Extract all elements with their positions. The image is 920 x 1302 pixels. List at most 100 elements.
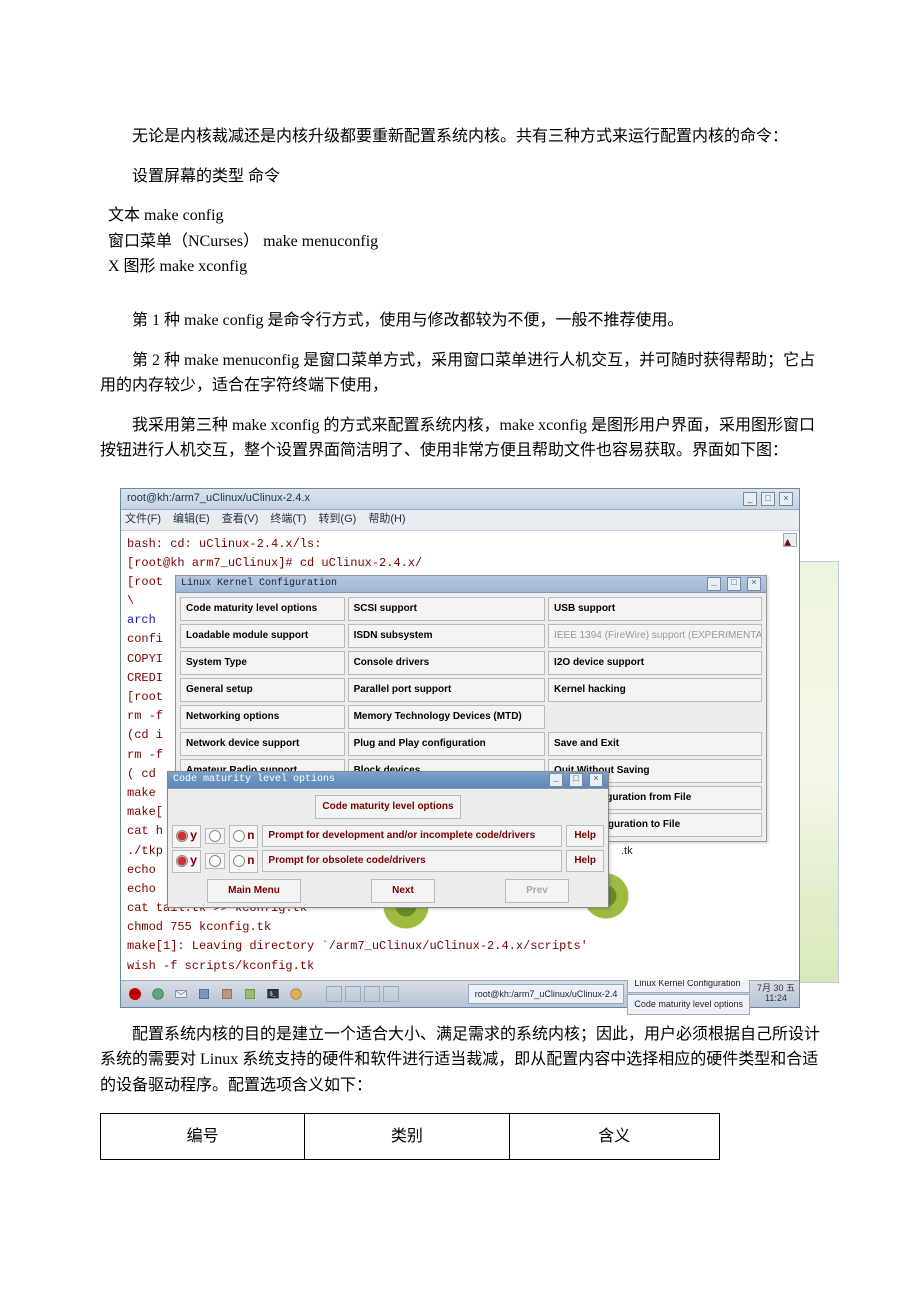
- workspace-4-icon[interactable]: [383, 986, 399, 1002]
- minimize-button[interactable]: _: [707, 577, 721, 591]
- radio-y-label: y: [190, 827, 197, 846]
- next-button[interactable]: Next: [371, 879, 435, 903]
- minimize-button[interactable]: _: [743, 492, 757, 506]
- menu-file[interactable]: 文件(F): [125, 511, 161, 529]
- terminal-title: root@kh:/arm7_uClinux/uClinux-2.4.x: [127, 490, 310, 508]
- close-button[interactable]: ×: [747, 577, 761, 591]
- workspace-1-icon[interactable]: [326, 986, 342, 1002]
- term-line: chmod 755 kconfig.tk: [127, 918, 793, 937]
- cfg-scsi-support[interactable]: SCSI support: [348, 597, 545, 621]
- cmd-heading: 设置屏幕的类型 命令: [100, 164, 820, 190]
- scrollbar-up-icon[interactable]: ▲: [783, 533, 797, 547]
- cfg-mtd[interactable]: Memory Technology Devices (MTD): [348, 705, 545, 729]
- sub-window-titlebar: Code maturity level options _ □ ×: [168, 772, 608, 789]
- workspace-2-icon[interactable]: [345, 986, 361, 1002]
- minimize-button[interactable]: _: [549, 773, 563, 787]
- radio-n-label: n: [247, 852, 254, 871]
- kernel-config-titlebar: Linux Kernel Configuration _ □ ×: [176, 576, 766, 593]
- term-line: bash: cd: uClinux-2.4.x/ls:: [127, 535, 793, 554]
- cfg-general-setup[interactable]: General setup: [180, 678, 345, 702]
- app-icon[interactable]: [217, 984, 237, 1004]
- term-line: wish -f scripts/kconfig.tk: [127, 957, 793, 976]
- cfg-code-maturity[interactable]: Code maturity level options: [180, 597, 345, 621]
- cfg-loadable-module[interactable]: Loadable module support: [180, 624, 345, 648]
- cfg-usb-support[interactable]: USB support: [548, 597, 762, 621]
- code-maturity-window: Code maturity level options _ □ × Code m…: [167, 771, 609, 908]
- cfg-parallel-port[interactable]: Parallel port support: [348, 678, 545, 702]
- maximize-button[interactable]: □: [569, 773, 583, 787]
- maximize-button[interactable]: □: [727, 577, 741, 591]
- cmd-line-3: X 图形 make xconfig: [100, 254, 820, 280]
- redhat-menu-icon[interactable]: [125, 984, 145, 1004]
- app-icon[interactable]: [240, 984, 260, 1004]
- cfg-console-drivers[interactable]: Console drivers: [348, 651, 545, 675]
- cfg-isdn[interactable]: ISDN subsystem: [348, 624, 545, 648]
- radio-n-icon[interactable]: [233, 855, 245, 867]
- cfg-save-exit[interactable]: Save and Exit: [548, 732, 762, 756]
- main-menu-button[interactable]: Main Menu: [207, 879, 301, 903]
- taskbar-clock: 7月 30 五 11:24: [753, 984, 795, 1004]
- terminal-window: root@kh:/arm7_uClinux/uClinux-2.4.x _ □ …: [120, 488, 800, 1008]
- terminal-icon[interactable]: $_: [263, 984, 283, 1004]
- menu-terminal[interactable]: 终端(T): [270, 511, 306, 529]
- terminal-menubar: 文件(F) 编辑(E) 查看(V) 终端(T) 转到(G) 帮助(H): [121, 510, 799, 531]
- radio-y-icon[interactable]: [176, 855, 188, 867]
- menu-edit[interactable]: 编辑(E): [173, 511, 210, 529]
- kernel-config-screenshot: root@kh:/arm7_uClinux/uClinux-2.4.x _ □ …: [120, 488, 800, 1008]
- mail-icon[interactable]: [171, 984, 191, 1004]
- radio-n-label: n: [247, 827, 254, 846]
- terminal-body[interactable]: ▲ bash: cd: uClinux-2.4.x/ls: [root@kh a…: [121, 531, 799, 980]
- option-label-2: Prompt for obsolete code/drivers: [262, 850, 562, 872]
- config-meaning-table: 编号 类别 含义: [100, 1113, 720, 1161]
- cfg-network-device[interactable]: Network device support: [180, 732, 345, 756]
- radio-blank-icon[interactable]: [209, 830, 221, 842]
- menu-view[interactable]: 查看(V): [222, 511, 259, 529]
- cfg-pnp[interactable]: Plug and Play configuration: [348, 732, 545, 756]
- option-label-1: Prompt for development and/or incomplete…: [262, 825, 562, 847]
- th-category: 类别: [305, 1113, 509, 1160]
- menu-help[interactable]: 帮助(H): [368, 511, 405, 529]
- terminal-titlebar: root@kh:/arm7_uClinux/uClinux-2.4.x _ □ …: [121, 489, 799, 510]
- cfg-ieee1394[interactable]: IEEE 1394 (FireWire) support (EXPERIMENT…: [548, 624, 762, 648]
- radio-blank-icon[interactable]: [209, 855, 221, 867]
- kernel-config-title: Linux Kernel Configuration: [181, 576, 337, 592]
- prev-button[interactable]: Prev: [505, 879, 569, 903]
- radio-y-icon[interactable]: [176, 830, 188, 842]
- term-line: make[1]: Leaving directory `/arm7_uClinu…: [127, 937, 793, 956]
- workspace-3-icon[interactable]: [364, 986, 380, 1002]
- maximize-button[interactable]: □: [761, 492, 775, 506]
- svg-text:$_: $_: [270, 991, 277, 997]
- text-fragment-tk: .tk: [621, 843, 633, 861]
- globe-icon[interactable]: [148, 984, 168, 1004]
- help-button[interactable]: Help: [566, 825, 604, 847]
- th-number: 编号: [101, 1113, 305, 1160]
- paragraph-1: 无论是内核裁减还是内核升级都要重新配置系统内核。共有三种方式来运行配置内核的命令…: [100, 124, 820, 150]
- paragraph-4: 第 2 种 make menuconfig 是窗口菜单方式，采用窗口菜单进行人机…: [100, 348, 820, 399]
- radio-y-label: y: [190, 852, 197, 871]
- paragraph-6: 配置系统内核的目的是建立一个适合大小、满足需求的系统内核；因此，用户必须根据自己…: [100, 1022, 820, 1099]
- menu-go[interactable]: 转到(G): [318, 511, 356, 529]
- th-meaning: 含义: [509, 1113, 719, 1160]
- help-button[interactable]: Help: [566, 850, 604, 872]
- sub-header-button[interactable]: Code maturity level options: [315, 795, 460, 819]
- cfg-kernel-hacking[interactable]: Kernel hacking: [548, 678, 762, 702]
- cfg-networking-options[interactable]: Networking options: [180, 705, 345, 729]
- taskbar-item-terminal[interactable]: root@kh:/arm7_uClinux/uClinux-2.4: [468, 984, 625, 1004]
- taskbar: $_ root@kh:/arm7_uClinux/uClinux-2.4 Lin…: [121, 980, 799, 1007]
- radio-n-icon[interactable]: [233, 830, 245, 842]
- sub-window-title: Code maturity level options: [173, 772, 335, 788]
- option-row-1: y n Prompt for development and/or incomp…: [172, 825, 604, 848]
- app-icon[interactable]: [286, 984, 306, 1004]
- paragraph-5: 我采用第三种 make xconfig 的方式来配置系统内核，make xcon…: [100, 413, 820, 464]
- cmd-line-1: 文本 make config: [100, 203, 820, 229]
- cfg-system-type[interactable]: System Type: [180, 651, 345, 675]
- cmd-line-2: 窗口菜单（NCurses） make menuconfig: [100, 229, 820, 255]
- cfg-i2o[interactable]: I2O device support: [548, 651, 762, 675]
- term-line: [root@kh arm7_uClinux]# cd uClinux-2.4.x…: [127, 554, 793, 573]
- close-button[interactable]: ×: [779, 492, 793, 506]
- taskbar-item-code-maturity[interactable]: Code maturity level options: [627, 994, 750, 1014]
- close-button[interactable]: ×: [589, 773, 603, 787]
- taskbar-time: 11:24: [757, 994, 795, 1004]
- app-icon[interactable]: [194, 984, 214, 1004]
- paragraph-3: 第 1 种 make config 是命令行方式，使用与修改都较为不便，一般不推…: [100, 308, 820, 334]
